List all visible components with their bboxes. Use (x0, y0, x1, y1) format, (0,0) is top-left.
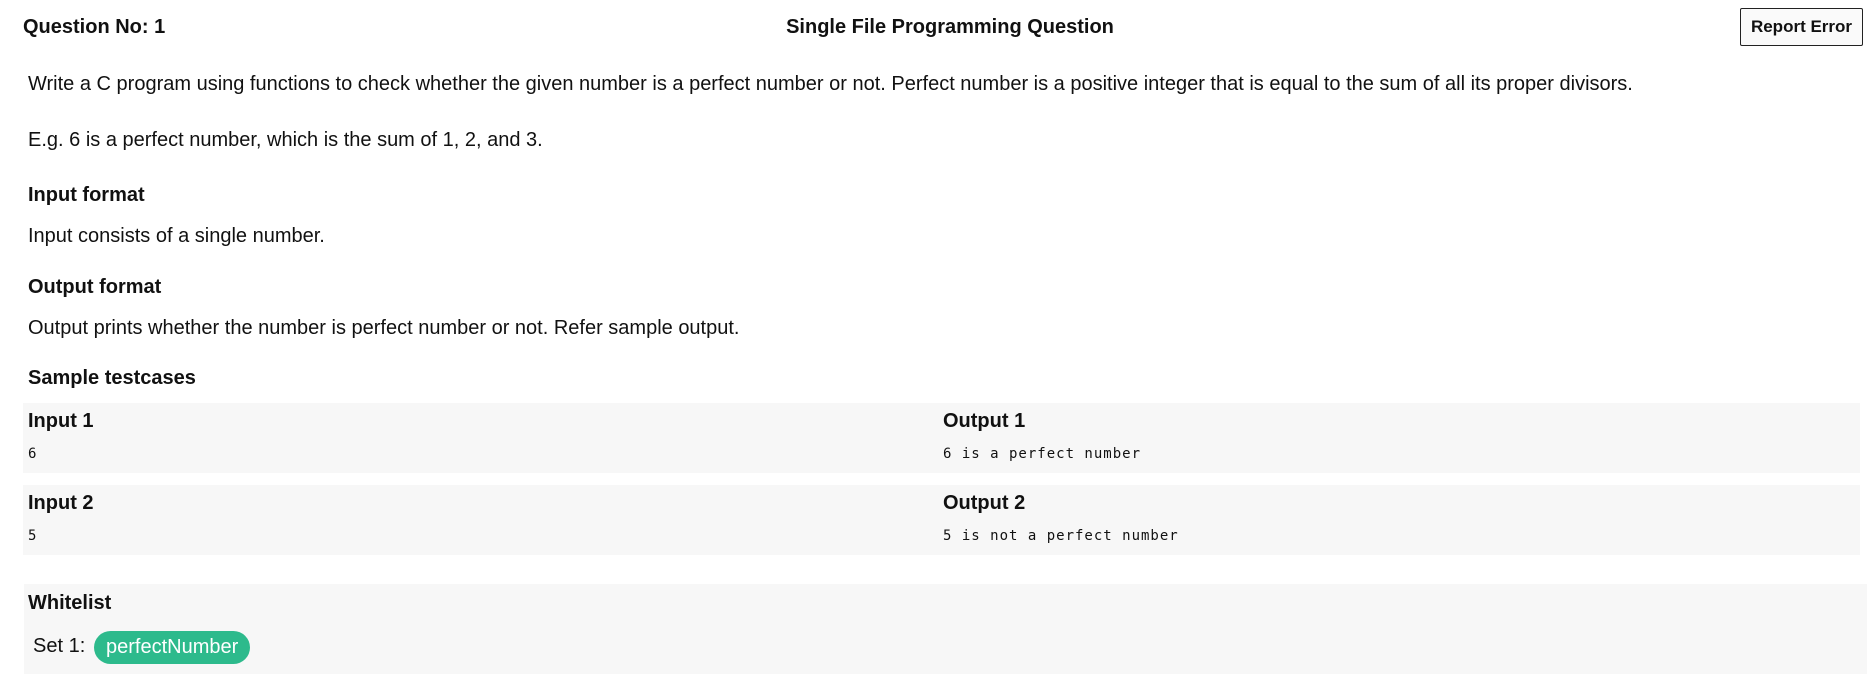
question-type-title: Single File Programming Question (786, 16, 1114, 38)
testcase-output-value: 5 is not a perfect number (943, 528, 1179, 544)
input-format-text: Input consists of a single number. (28, 225, 325, 247)
whitelist-heading: Whitelist (28, 592, 112, 614)
output-format-text: Output prints whether the number is perf… (28, 317, 740, 339)
input-format-heading: Input format (28, 184, 145, 206)
report-error-button[interactable]: Report Error (1740, 8, 1863, 46)
testcase-output-label: Output 2 (943, 492, 1026, 514)
testcase-input: Input 1 6 (28, 403, 928, 473)
testcase-output-label: Output 1 (943, 410, 1026, 432)
question-header: Question No: 1 Single File Programming Q… (0, 0, 1875, 58)
testcase-input-value: 5 (28, 528, 38, 544)
testcase-output-value: 6 is a perfect number (943, 446, 1142, 462)
testcase-input-value: 6 (28, 446, 38, 462)
whitelist-keyword-chip: perfectNumber (94, 631, 251, 664)
testcase-row: Input 1 6 Output 1 6 is a perfect number (23, 403, 1860, 473)
testcase-row: Input 2 5 Output 2 5 is not a perfect nu… (23, 485, 1860, 555)
sample-testcases-heading: Sample testcases (28, 367, 196, 389)
testcase-input-label: Input 2 (28, 492, 94, 514)
question-number: Question No: 1 (23, 16, 166, 38)
problem-statement: Write a C program using functions to che… (28, 73, 1633, 95)
output-format-heading: Output format (28, 276, 162, 298)
testcase-input-label: Input 1 (28, 410, 94, 432)
problem-example: E.g. 6 is a perfect number, which is the… (28, 129, 543, 151)
testcase-output: Output 2 5 is not a perfect number (943, 485, 1843, 555)
whitelist-set-label: Set 1: (33, 635, 86, 657)
testcase-output: Output 1 6 is a perfect number (943, 403, 1843, 473)
question-page: Question No: 1 Single File Programming Q… (0, 0, 1875, 674)
whitelist-panel: Whitelist Set 1: perfectNumber (24, 584, 1867, 674)
testcase-input: Input 2 5 (28, 485, 928, 555)
